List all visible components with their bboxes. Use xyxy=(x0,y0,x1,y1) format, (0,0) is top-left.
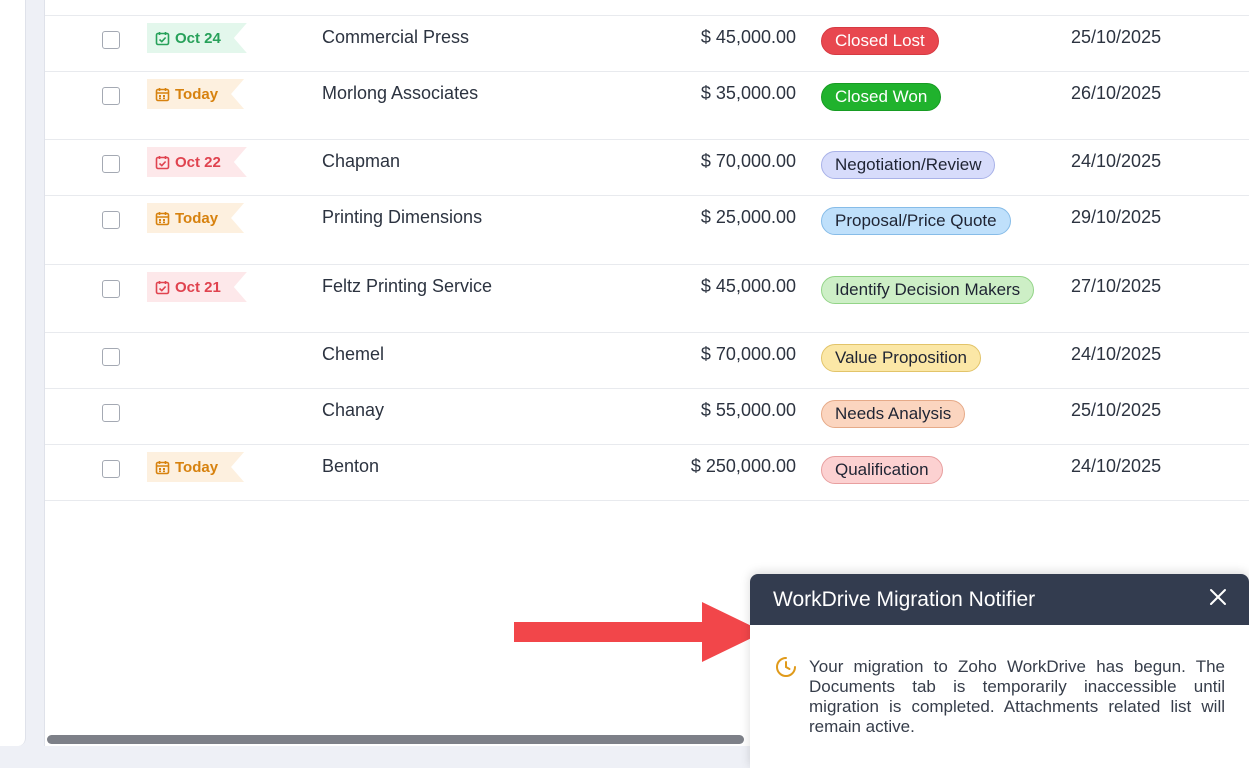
workdrive-migration-notifier: WorkDrive Migration Notifier Your migrat… xyxy=(750,574,1249,768)
due-date-flag: Today xyxy=(147,203,244,233)
row-checkbox[interactable] xyxy=(102,460,120,478)
deal-name-link[interactable]: Benton xyxy=(322,456,379,477)
closing-date: 26/10/2025 xyxy=(1071,83,1162,103)
closing-date: 24/10/2025 xyxy=(1071,151,1162,171)
calendar-check-icon xyxy=(155,155,170,170)
row-checkbox[interactable] xyxy=(102,31,120,49)
deal-name-link[interactable]: Chemel xyxy=(322,344,384,365)
deal-amount: $ 45,000.00 xyxy=(700,27,796,47)
stage-badge: Closed Lost xyxy=(821,27,939,55)
table-row[interactable]: Oct 21 Feltz Printing Service $ 45,000.00 I… xyxy=(45,265,1249,333)
stage-badge: Proposal/Price Quote xyxy=(821,207,1011,235)
table-row[interactable]: Today Printing Dimensions $ 25,000.00 Propo… xyxy=(45,196,1249,265)
row-checkbox[interactable] xyxy=(102,348,120,366)
deal-name-link[interactable]: Printing Dimensions xyxy=(322,207,482,228)
calendar-icon xyxy=(155,211,170,226)
stage-badge: Identify Decision Makers xyxy=(821,276,1035,304)
stage-badge: Closed Won xyxy=(821,83,942,111)
left-panel xyxy=(0,0,26,746)
deal-name-link[interactable]: Commercial Press xyxy=(322,27,469,48)
deal-amount: $ 70,000.00 xyxy=(700,344,796,364)
deal-name-link[interactable]: Morlong Associates xyxy=(322,83,478,104)
closing-date: 25/10/2025 xyxy=(1071,27,1162,47)
red-arrow-annotation xyxy=(514,602,764,662)
row-checkbox[interactable] xyxy=(102,211,120,229)
deal-amount: $ 35,000.00 xyxy=(700,83,796,103)
notifier-body: Your migration to Zoho WorkDrive has beg… xyxy=(750,625,1249,737)
table-row[interactable]: Oct 24 Commercial Press $ 45,000.00 Closed … xyxy=(45,16,1249,72)
scrollbar-thumb[interactable] xyxy=(47,735,744,744)
due-date-label: Oct 24 xyxy=(175,29,221,47)
due-date-label: Today xyxy=(175,209,219,227)
close-icon[interactable] xyxy=(1205,584,1231,610)
closing-date: 24/10/2025 xyxy=(1071,456,1162,476)
due-date-flag: Oct 21 xyxy=(147,272,247,302)
notifier-title: WorkDrive Migration Notifier xyxy=(773,587,1036,611)
row-checkbox[interactable] xyxy=(102,87,120,105)
deal-name-link[interactable]: Chapman xyxy=(322,151,400,172)
table-row[interactable]: Chanay $ 55,000.00 Needs Analysis 25/10/202… xyxy=(45,389,1249,445)
notifier-message: Your migration to Zoho WorkDrive has beg… xyxy=(809,657,1225,736)
stage-badge: Value Proposition xyxy=(821,344,981,372)
due-date-flag: Oct 22 xyxy=(147,147,247,177)
stage-badge: Qualification xyxy=(821,456,943,484)
row-checkbox[interactable] xyxy=(102,404,120,422)
closing-date: 24/10/2025 xyxy=(1071,344,1162,364)
deal-amount: $ 45,000.00 xyxy=(700,276,796,296)
due-date-label: Oct 22 xyxy=(175,153,221,171)
due-date-label: Oct 21 xyxy=(175,278,221,296)
clock-icon xyxy=(776,657,796,677)
calendar-icon xyxy=(155,87,170,102)
deal-amount: $ 55,000.00 xyxy=(700,400,796,420)
due-date-label: Today xyxy=(175,85,219,103)
due-date-flag: Today xyxy=(147,79,244,109)
row-checkbox[interactable] xyxy=(102,155,120,173)
deal-amount: $ 25,000.00 xyxy=(700,207,796,227)
row-checkbox[interactable] xyxy=(102,280,120,298)
deal-amount: $ 250,000.00 xyxy=(690,456,796,476)
due-date-flag: Oct 24 xyxy=(147,23,247,53)
deal-name-link[interactable]: Feltz Printing Service xyxy=(322,276,492,297)
calendar-check-icon xyxy=(155,31,170,46)
calendar-icon xyxy=(155,460,170,475)
closing-date: 27/10/2025 xyxy=(1071,276,1162,296)
stage-badge: Negotiation/Review xyxy=(821,151,996,179)
notifier-header: WorkDrive Migration Notifier xyxy=(750,574,1249,625)
table-row[interactable]: Chemel $ 70,000.00 Value Proposition 24/10/… xyxy=(45,333,1249,389)
deal-name-link[interactable]: Chanay xyxy=(322,400,384,421)
due-date-flag: Today xyxy=(147,452,244,482)
table-row[interactable]: Oct 22 Chapman $ 70,000.00 Negotiation/Revi… xyxy=(45,140,1249,196)
deal-amount: $ 70,000.00 xyxy=(700,151,796,171)
closing-date: 29/10/2025 xyxy=(1071,207,1162,227)
table-row[interactable]: Today Benton $ 250,000.00 Qualification 24/1… xyxy=(45,445,1249,501)
closing-date: 25/10/2025 xyxy=(1071,400,1162,420)
due-date-label: Today xyxy=(175,458,219,476)
stage-badge: Needs Analysis xyxy=(821,400,966,428)
table-row[interactable]: Today Morlong Associates $ 35,000.00 Closed… xyxy=(45,72,1249,140)
calendar-check-icon xyxy=(155,280,170,295)
